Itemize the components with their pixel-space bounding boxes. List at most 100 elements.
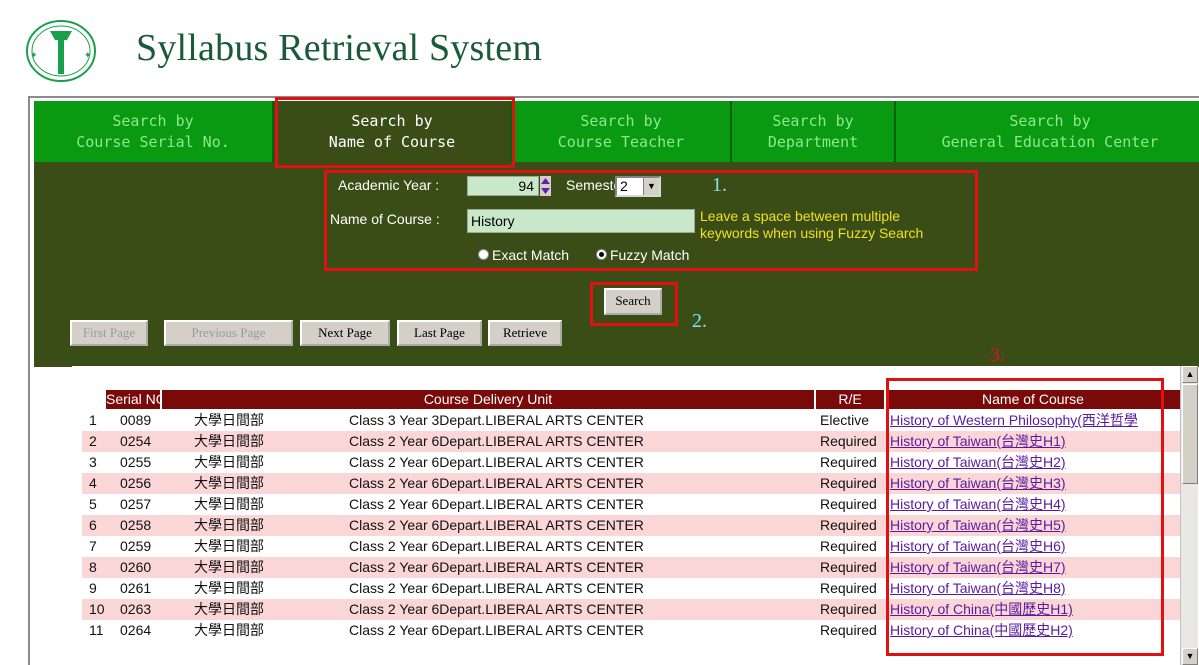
row-required-elective: Required xyxy=(820,580,877,596)
row-index: 6 xyxy=(89,517,97,533)
row-unit: Class 2 Year 6Depart.LIBERAL ARTS CENTER xyxy=(349,517,644,533)
row-division: 大學日間部 xyxy=(194,412,264,428)
tab-course-serial[interactable]: Search by Course Serial No. xyxy=(34,101,274,162)
row-division: 大學日間部 xyxy=(194,601,264,617)
row-required-elective: Required xyxy=(820,496,877,512)
row-division: 大學日間部 xyxy=(194,559,264,575)
row-unit: Class 2 Year 6Depart.LIBERAL ARTS CENTER xyxy=(349,601,644,617)
course-name-link[interactable]: History of Taiwan(台灣史H7) xyxy=(890,557,1066,578)
previous-page-button[interactable]: Previous Page xyxy=(164,320,293,346)
row-unit: Class 2 Year 6Depart.LIBERAL ARTS CENTER xyxy=(349,622,644,638)
course-name-link[interactable]: History of Taiwan(台灣史H5) xyxy=(890,515,1066,536)
semester-value: 2 xyxy=(620,178,628,194)
annotation-number-1: 1. xyxy=(712,174,727,196)
results-scrollbar[interactable]: ▲ ▼ xyxy=(1180,366,1198,665)
row-division: 大學日間部 xyxy=(194,622,264,638)
table-row: 9 0261 大學日間部 Class 2 Year 6Depart.LIBERAL A… xyxy=(82,578,1180,599)
semester-select[interactable]: 2 ▼ xyxy=(615,176,661,197)
row-division: 大學日間部 xyxy=(194,580,264,596)
row-serial: 0260 xyxy=(120,559,152,575)
course-name-link[interactable]: History of China(中國歷史H1) xyxy=(890,599,1073,620)
row-serial: 0089 xyxy=(120,412,152,428)
tab-department[interactable]: Search by Department xyxy=(732,101,896,162)
course-name-link[interactable]: History of Taiwan(台灣史H6) xyxy=(890,536,1066,557)
row-required-elective: Required xyxy=(820,622,877,638)
exact-match-radio[interactable] xyxy=(478,249,489,260)
table-row: 6 0258 大學日間部 Class 2 Year 6Depart.LIBERAL A… xyxy=(82,515,1180,536)
tab-course-teacher[interactable]: Search by Course Teacher xyxy=(512,101,732,162)
row-index: 11 xyxy=(89,622,104,638)
university-logo: ✦ ✦ xyxy=(26,20,96,82)
row-required-elective: Required xyxy=(820,517,877,533)
scroll-up-icon[interactable]: ▲ xyxy=(1182,366,1198,383)
row-required-elective: Required xyxy=(820,454,877,470)
tab-name-of-course[interactable]: Search by Name of Course xyxy=(274,101,512,162)
course-name-link[interactable]: History of Taiwan(台灣史H1) xyxy=(890,431,1066,452)
row-division: 大學日間部 xyxy=(194,475,264,491)
row-serial: 0259 xyxy=(120,538,152,554)
row-unit: Class 2 Year 6Depart.LIBERAL ARTS CENTER xyxy=(349,538,644,554)
row-required-elective: Required xyxy=(820,559,877,575)
row-index: 8 xyxy=(89,559,97,575)
row-index: 10 xyxy=(89,601,105,617)
course-name-link[interactable]: History of Taiwan(台灣史H2) xyxy=(890,452,1066,473)
first-page-button[interactable]: First Page xyxy=(70,320,148,346)
row-serial: 0255 xyxy=(120,454,152,470)
annotation-number-3: 3. xyxy=(990,344,1005,366)
table-row: 4 0256 大學日間部 Class 2 Year 6Depart.LIBERAL A… xyxy=(82,473,1180,494)
course-name-link[interactable]: History of Taiwan(台灣史H3) xyxy=(890,473,1066,494)
row-serial: 0257 xyxy=(120,496,152,512)
row-division: 大學日間部 xyxy=(194,433,264,449)
table-header: Serial NO. Course Delivery Unit R/E Name… xyxy=(106,390,1180,409)
row-unit: Class 3 Year 3Depart.LIBERAL ARTS CENTER xyxy=(349,412,644,428)
row-index: 9 xyxy=(89,580,97,596)
row-unit: Class 2 Year 6Depart.LIBERAL ARTS CENTER xyxy=(349,475,644,491)
row-division: 大學日間部 xyxy=(194,496,264,512)
name-of-course-label: Name of Course : xyxy=(330,211,440,227)
last-page-button[interactable]: Last Page xyxy=(397,320,482,346)
search-button[interactable]: Search xyxy=(604,288,662,315)
row-index: 5 xyxy=(89,496,97,512)
search-hint: Leave a space between multiple keywords … xyxy=(700,208,924,241)
tab-general-education[interactable]: Search by General Education Center xyxy=(896,101,1199,162)
row-unit: Class 2 Year 6Depart.LIBERAL ARTS CENTER xyxy=(349,454,644,470)
row-division: 大學日間部 xyxy=(194,517,264,533)
table-row: 8 0260 大學日間部 Class 2 Year 6Depart.LIBERAL A… xyxy=(82,557,1180,578)
fuzzy-match-label: Fuzzy Match xyxy=(610,247,690,263)
table-row: 1 0089 大學日間部 Class 3 Year 3Depart.LIBERAL A… xyxy=(82,410,1180,431)
row-serial: 0254 xyxy=(120,433,152,449)
table-row: 11 0264 大學日間部 Class 2 Year 6Depart.LIBERAL … xyxy=(82,620,1180,641)
row-serial: 0264 xyxy=(120,622,152,638)
course-name-link[interactable]: History of Western Philosophy(西洋哲學 xyxy=(890,410,1138,431)
svg-text:✦: ✦ xyxy=(30,51,38,61)
row-division: 大學日間部 xyxy=(194,538,264,554)
scroll-down-icon[interactable]: ▼ xyxy=(1182,648,1198,665)
course-name-link[interactable]: History of Taiwan(台灣史H4) xyxy=(890,494,1066,515)
academic-year-input[interactable]: 94 xyxy=(467,176,539,196)
course-name-input[interactable]: History xyxy=(467,209,695,233)
course-name-link[interactable]: History of China(中國歷史H2) xyxy=(890,620,1073,641)
next-page-button[interactable]: Next Page xyxy=(300,320,390,346)
row-index: 7 xyxy=(89,538,97,554)
row-index: 2 xyxy=(89,433,97,449)
row-unit: Class 2 Year 6Depart.LIBERAL ARTS CENTER xyxy=(349,580,644,596)
scroll-thumb[interactable] xyxy=(1182,384,1198,484)
table-row: 10 0263 大學日間部 Class 2 Year 6Depart.LIBERAL … xyxy=(82,599,1180,620)
table-row: 3 0255 大學日間部 Class 2 Year 6Depart.LIBERAL A… xyxy=(82,452,1180,473)
chevron-down-icon: ▼ xyxy=(643,178,659,195)
table-row: 5 0257 大學日間部 Class 2 Year 6Depart.LIBERAL A… xyxy=(82,494,1180,515)
fuzzy-match-radio[interactable] xyxy=(596,249,607,260)
header-name: Name of Course xyxy=(886,390,1180,409)
search-tabs: Search by Course Serial No. Search by Na… xyxy=(34,101,1199,162)
header-re: R/E xyxy=(816,390,884,409)
course-name-link[interactable]: History of Taiwan(台灣史H8) xyxy=(890,578,1066,599)
row-index: 4 xyxy=(89,475,97,491)
row-required-elective: Required xyxy=(820,433,877,449)
row-serial: 0258 xyxy=(120,517,152,533)
year-spinner-icon[interactable] xyxy=(540,176,551,196)
row-division: 大學日間部 xyxy=(194,454,264,470)
row-required-elective: Elective xyxy=(820,412,870,428)
exact-match-label: Exact Match xyxy=(492,247,570,263)
retrieve-button[interactable]: Retrieve xyxy=(488,320,562,346)
header-unit: Course Delivery Unit xyxy=(162,390,814,409)
